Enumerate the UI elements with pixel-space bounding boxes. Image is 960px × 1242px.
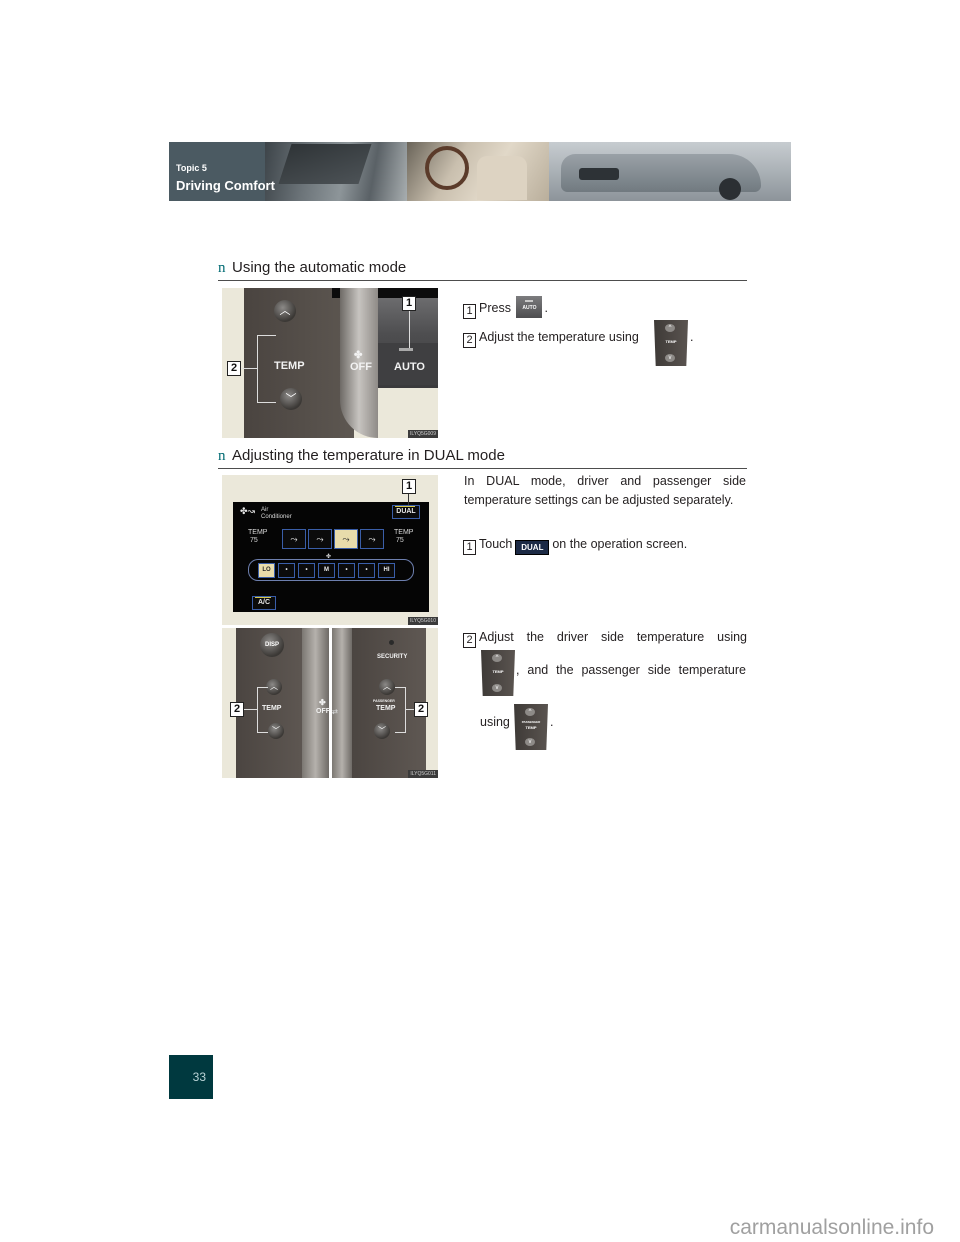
callout-1: 1 [402,479,416,494]
step-1-press-auto: 1 Press AUTO. [463,296,548,319]
fan-speed-m[interactable]: M [318,563,335,578]
page-number: 33 [169,1055,213,1099]
callout-2: 2 [227,361,241,376]
dual-mode-intro: In DUAL mode, driver and passenger side … [464,474,746,507]
fan-speed-3[interactable]: • [298,563,315,578]
car-door-photo [265,142,407,201]
step-number: 2 [463,333,476,348]
recirculation-icon: ⇄ [332,709,338,716]
disp-button: DISP [260,633,284,657]
section-heading-automatic-mode: n Using the automatic mode [218,258,747,281]
section-title: Adjusting the temperature in DUAL mode [232,447,505,464]
figure-code: ILYQ5G011 [408,770,438,778]
passenger-temp-up-icon: ︿ [379,679,395,695]
car-interior-photo [407,142,549,201]
section-bullet-icon: n [218,260,226,276]
mode-face-button[interactable]: ⤳ [282,529,306,549]
callout-2-passenger: 2 [414,702,428,717]
figure-code: ILYQ5G010 [407,617,438,625]
mode-bilevel-button[interactable]: ⤳ [308,529,332,549]
fan-icon: ✤ [319,698,326,707]
ac-button[interactable]: A/C [252,596,276,610]
fan-icon: ✤ [354,350,363,361]
dual-button-icon: DUAL [515,540,550,555]
topic-label: Topic 5 [176,163,207,173]
off-label: OFF [316,708,330,715]
driver-temp-down-icon: ﹀ [268,723,284,739]
auto-indicator [399,348,413,351]
step-1-touch-dual: 1 Touch DUAL on the operation screen. [463,537,687,555]
mode-feet-button[interactable]: ⤳ [334,529,358,549]
topic-banner: Topic 5 Driving Comfort [169,142,791,201]
step-number: 1 [463,540,476,555]
passenger-temp-down-icon: ﹀ [374,723,390,739]
figure-ac-operation-screen: ✤↝ Air Conditioner DUAL 1 TEMP 75 ⤳ ⤳ ⤳ … [222,475,438,625]
callout-2-driver: 2 [230,702,244,717]
section-heading-dual-mode: n Adjusting the temperature in DUAL mode [218,446,747,469]
passenger-label: PASSENGER [373,699,395,703]
mode-defrost-button[interactable]: ⤳ [360,529,384,549]
fan-speed-lo[interactable]: LO [258,563,275,578]
fan-speed-6[interactable]: • [358,563,375,578]
figure-code: ILYQ5G009 [407,430,438,438]
off-label: OFF [350,361,372,373]
temp-up-button-icon: ︿ [274,300,296,322]
auto-label: AUTO [394,361,425,373]
step-number: 2 [463,633,476,648]
fan-speed-hi[interactable]: HI [378,563,395,578]
section-bullet-icon: n [218,448,226,464]
fan-speed-2[interactable]: • [278,563,295,578]
step-2-adjust-dual-temp: 2 Adjust the driver side temperature usi… [463,630,747,648]
banner-title-box: Topic 5 Driving Comfort [169,142,275,201]
figure-dual-temp-switches: DISP ︿ TEMP ﹀ ✤ OFF ⇄ SECURITY ︿ PASSENG… [222,628,438,778]
security-indicator [389,640,394,645]
step-number: 1 [463,304,476,319]
callout-1: 1 [402,296,416,311]
passenger-temp-switch-icon: ^ PASSENGER TEMP v [514,704,548,750]
temp-switch-icon: ^ TEMP v [654,320,688,366]
watermark: carmanualsonline.info [729,1216,934,1239]
dual-button[interactable]: DUAL [392,505,420,519]
auto-button-icon: AUTO [516,296,543,318]
fan-speed-5[interactable]: • [338,563,355,578]
passenger-temp-label: TEMP [376,705,396,712]
temp-down-button-icon: ﹀ [280,388,302,410]
temp-label: TEMP [274,360,305,372]
step-2-adjust-temp: 2 Adjust the temperature using [463,330,639,348]
section-title: Using the automatic mode [232,259,407,276]
figure-auto-mode-controls: ︿ ﹀ TEMP ✤ OFF AUTO 1 2 ILYQ5G009 [222,288,438,438]
security-label: SECURITY [377,654,408,660]
car-exterior-photo [549,142,791,201]
driver-temp-up-icon: ︿ [266,679,282,695]
chapter-title: Driving Comfort [176,178,275,193]
driver-temp-switch-icon: ^ TEMP v [481,650,515,696]
ac-icon: ✤↝ [240,506,256,516]
